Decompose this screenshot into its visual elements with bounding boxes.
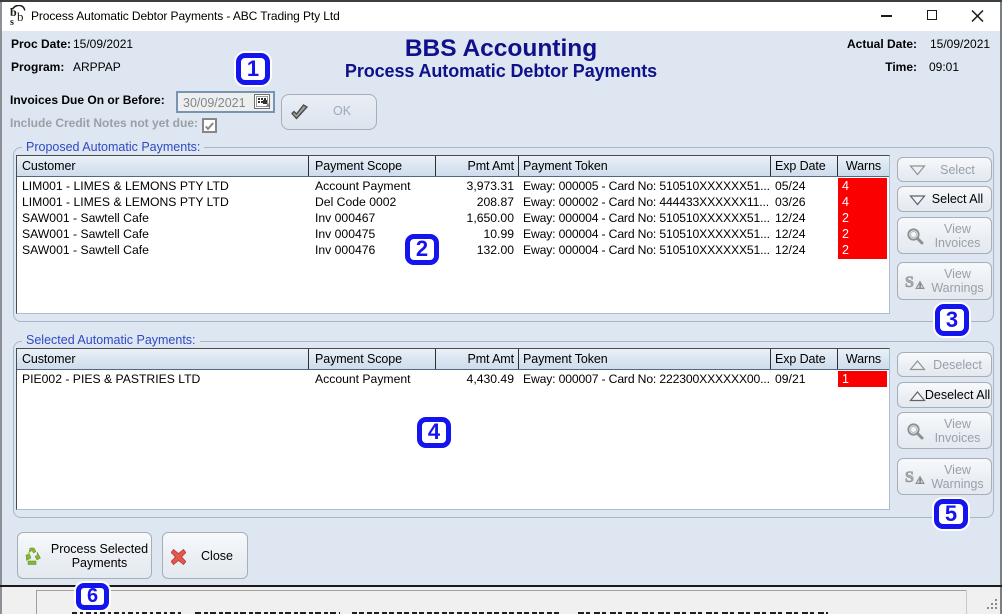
svg-text:S: S	[905, 274, 914, 291]
svg-text:S: S	[905, 469, 914, 486]
svg-text:s: s	[10, 17, 14, 27]
svg-text:b: b	[17, 9, 24, 24]
